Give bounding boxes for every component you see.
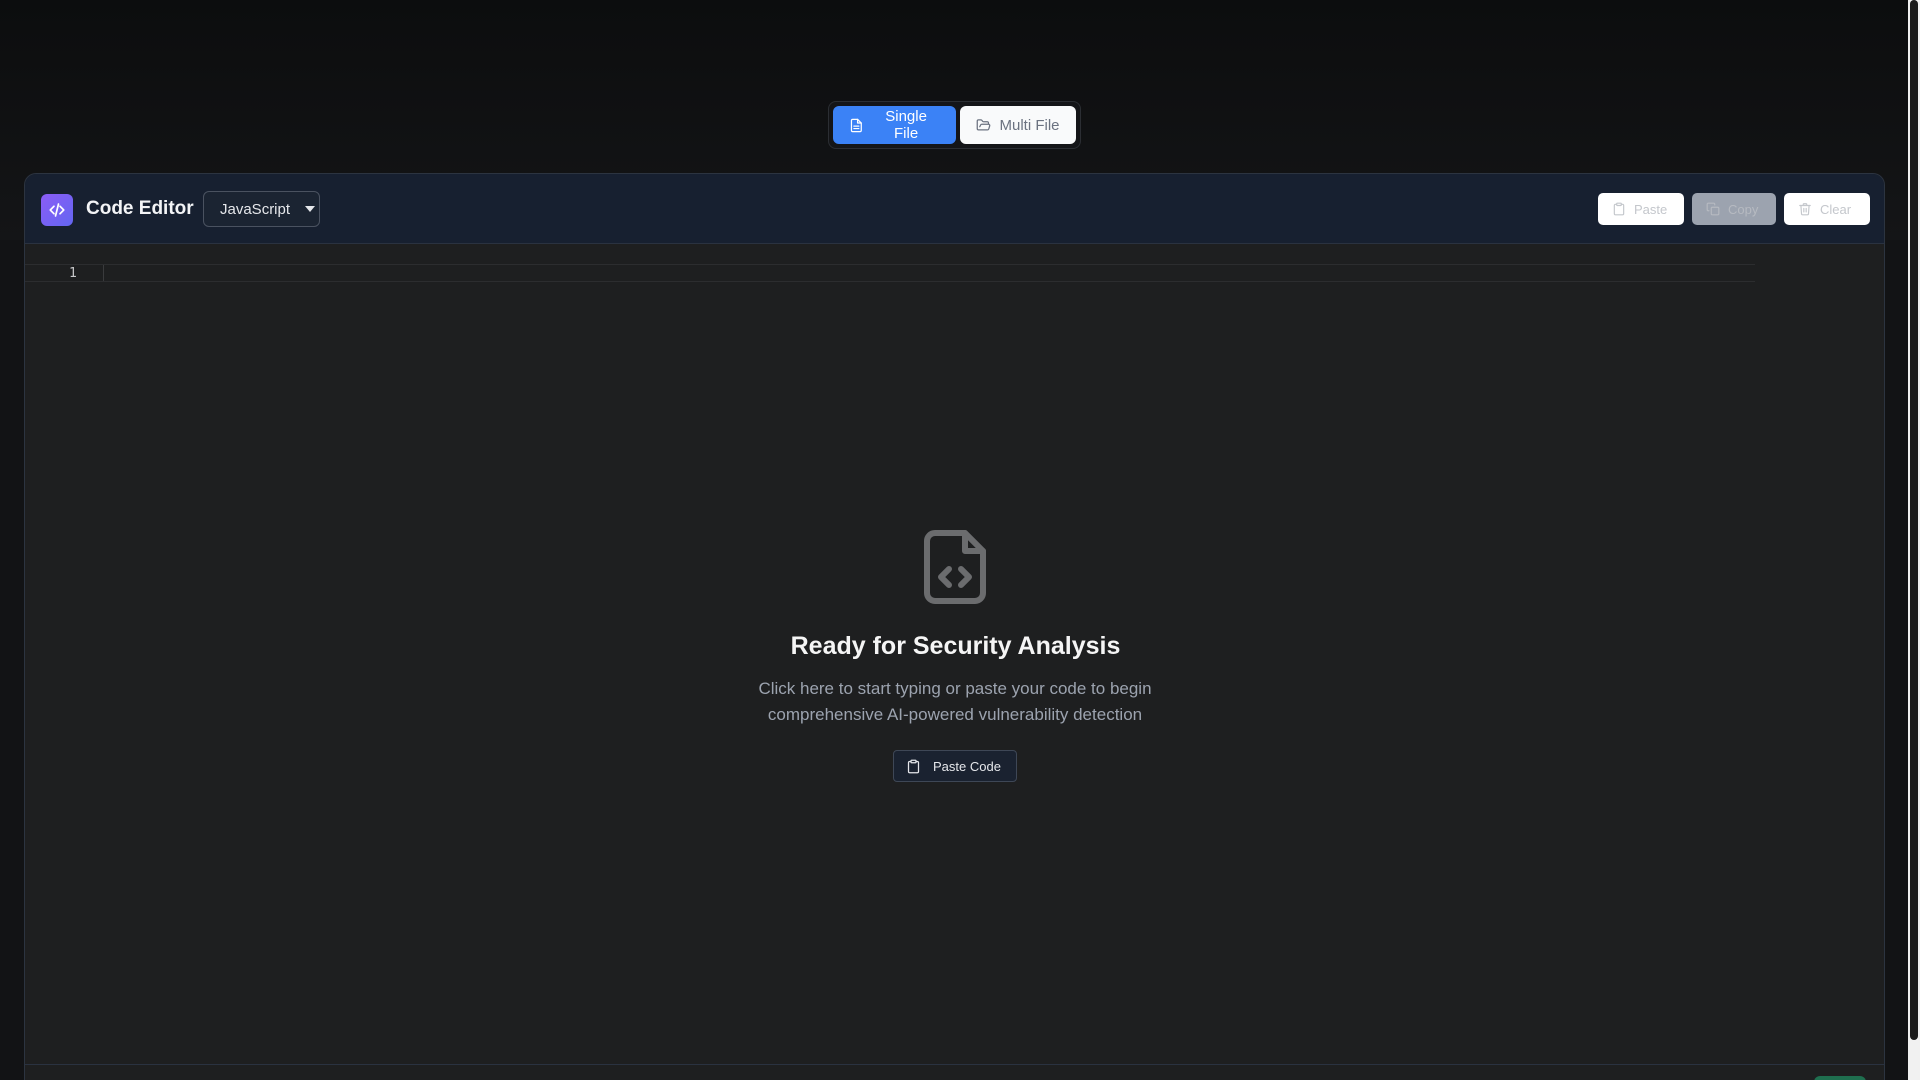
page-scrollbar[interactable] — [1908, 0, 1920, 1080]
single-file-label: Single File — [885, 108, 927, 142]
editor-footer-divider — [25, 1064, 1884, 1065]
multi-file-button[interactable]: Multi File — [960, 106, 1076, 144]
file-code-icon — [924, 530, 986, 604]
code-editor-panel: Code Editor JavaScript Paste Copy Clear … — [24, 173, 1885, 1080]
single-file-button[interactable]: Single File — [833, 106, 957, 144]
file-text-icon — [850, 118, 862, 132]
folder-open-icon — [977, 118, 991, 130]
paste-code-button[interactable]: Paste Code — [893, 750, 1017, 782]
mode-toggle: Single File Multi File — [828, 101, 1081, 149]
empty-state-description: Click here to start typing or paste your… — [758, 679, 1152, 724]
empty-state[interactable]: Ready for Security Analysis Click here t… — [25, 174, 1884, 1080]
empty-state-title: Ready for Security Analysis — [790, 632, 1121, 660]
multi-file-label: Multi File — [999, 116, 1060, 134]
clipboard-icon — [907, 759, 920, 773]
scrollbar-thumb[interactable] — [1910, 0, 1918, 1040]
paste-code-label: Paste Code — [933, 758, 1001, 774]
footer-action-button[interactable] — [1814, 1076, 1866, 1080]
